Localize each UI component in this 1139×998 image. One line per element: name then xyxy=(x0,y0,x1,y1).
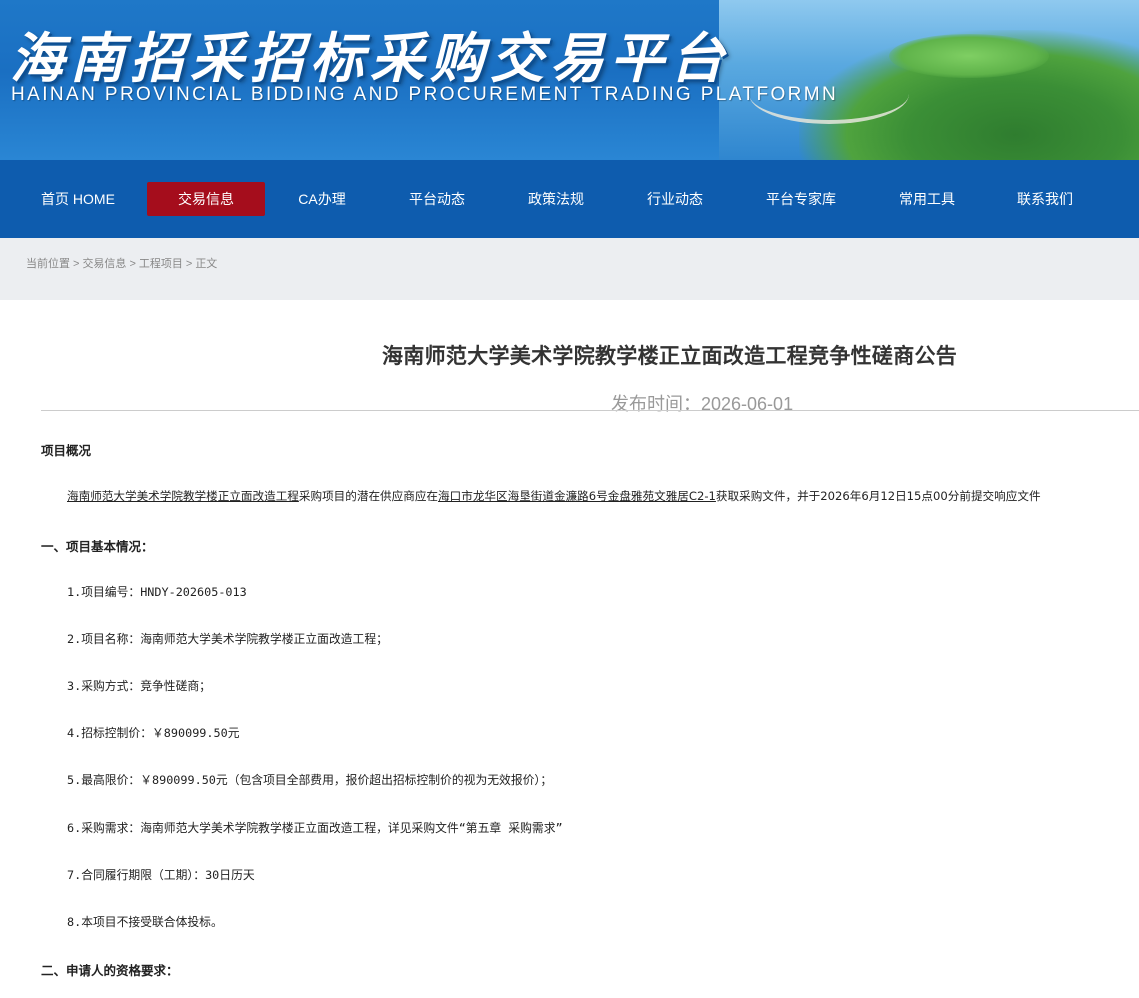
breadcrumb-separator: > xyxy=(73,258,80,270)
breadcrumb-band: 当前位置 > 交易信息 > 工程项目 > 正文 xyxy=(0,238,1139,300)
article-title: 海南师范大学美术学院教学楼正立面改造工程竞争性磋商公告 xyxy=(382,344,958,368)
breadcrumb-separator: > xyxy=(129,258,136,270)
breadcrumb-separator: > xyxy=(185,258,193,270)
nav-item-policy[interactable]: 政策法规 xyxy=(497,182,615,216)
nav-item-industry-news[interactable]: 行业动态 xyxy=(616,182,734,216)
overview-heading: 项目概况 xyxy=(41,443,92,458)
banner-field-image xyxy=(889,34,1049,78)
section-qualification-heading: 二、申请人的资格要求： xyxy=(41,963,179,978)
list-item-contract-period: 7.合同履行期限（工期）：30日历天 xyxy=(67,868,255,882)
list-item-project-number: 1.项目编号：HNDY-202605-013 xyxy=(67,585,247,599)
nav-item-expert-pool[interactable]: 平台专家库 xyxy=(734,182,868,216)
overview-text-2: 获取采购文件，并于2026年6月12日15点00分前提交响应文件 xyxy=(715,489,1041,503)
breadcrumb-trade-info[interactable]: 交易信息 xyxy=(82,258,126,270)
breadcrumb-current-location: 当前位置 xyxy=(26,258,70,270)
site-title: 海南招采招标采购交易平台 xyxy=(10,27,730,90)
overview-paragraph: 海南师范大学美术学院教学楼正立面改造工程采购项目的潜在供应商应在海口市龙华区海垦… xyxy=(67,488,1041,504)
list-item-consortium: 8.本项目不接受联合体投标。 xyxy=(67,915,223,929)
section-basic-info-heading: 一、项目基本情况： xyxy=(41,539,154,554)
main-nav: 首页 HOME 交易信息 CA办理 平台动态 政策法规 行业动态 平台专家库 常… xyxy=(0,160,1139,238)
nav-item-trade-info[interactable]: 交易信息 xyxy=(147,182,265,216)
nav-item-home[interactable]: 首页 HOME xyxy=(22,182,134,216)
nav-item-tools[interactable]: 常用工具 xyxy=(868,182,986,216)
publish-date: 发布时间：2026-06-01 xyxy=(611,394,794,414)
nav-item-contact[interactable]: 联系我们 xyxy=(986,182,1104,216)
address-link[interactable]: 海口市龙华区海垦街道金濂路6号金盘雅苑文雅居C2-1 xyxy=(438,489,716,503)
project-name-link[interactable]: 海南师范大学美术学院教学楼正立面改造工程 xyxy=(67,489,299,503)
breadcrumb: 当前位置 > 交易信息 > 工程项目 > 正文 xyxy=(26,255,1139,271)
breadcrumb-engineering[interactable]: 工程项目 xyxy=(139,258,183,270)
list-item-control-price: 4.招标控制价：￥890099.50元 xyxy=(67,726,240,740)
breadcrumb-article: 正文 xyxy=(195,258,218,270)
nav-item-platform-news[interactable]: 平台动态 xyxy=(378,182,496,216)
site-banner: 海南招采招标采购交易平台 HAINAN PROVINCIAL BIDDING A… xyxy=(0,0,1139,160)
title-divider xyxy=(41,410,1139,411)
list-item-requirements: 6.采购需求：海南师范大学美术学院教学楼正立面改造工程，详见采购文件“第五章 采… xyxy=(67,821,563,835)
nav-item-ca[interactable]: CA办理 xyxy=(266,182,378,216)
overview-text-1: 采购项目的潜在供应商应在 xyxy=(298,489,439,503)
site-subtitle: HAINAN PROVINCIAL BIDDING AND PROCUREMEN… xyxy=(11,84,839,105)
list-item-project-name: 2.项目名称：海南师范大学美术学院教学楼正立面改造工程； xyxy=(67,632,388,646)
list-item-procurement-method: 3.采购方式：竞争性磋商； xyxy=(67,679,211,693)
list-item-max-price: 5.最高限价：￥890099.50元（包含项目全部费用，报价超出招标控制价的视为… xyxy=(67,773,553,787)
